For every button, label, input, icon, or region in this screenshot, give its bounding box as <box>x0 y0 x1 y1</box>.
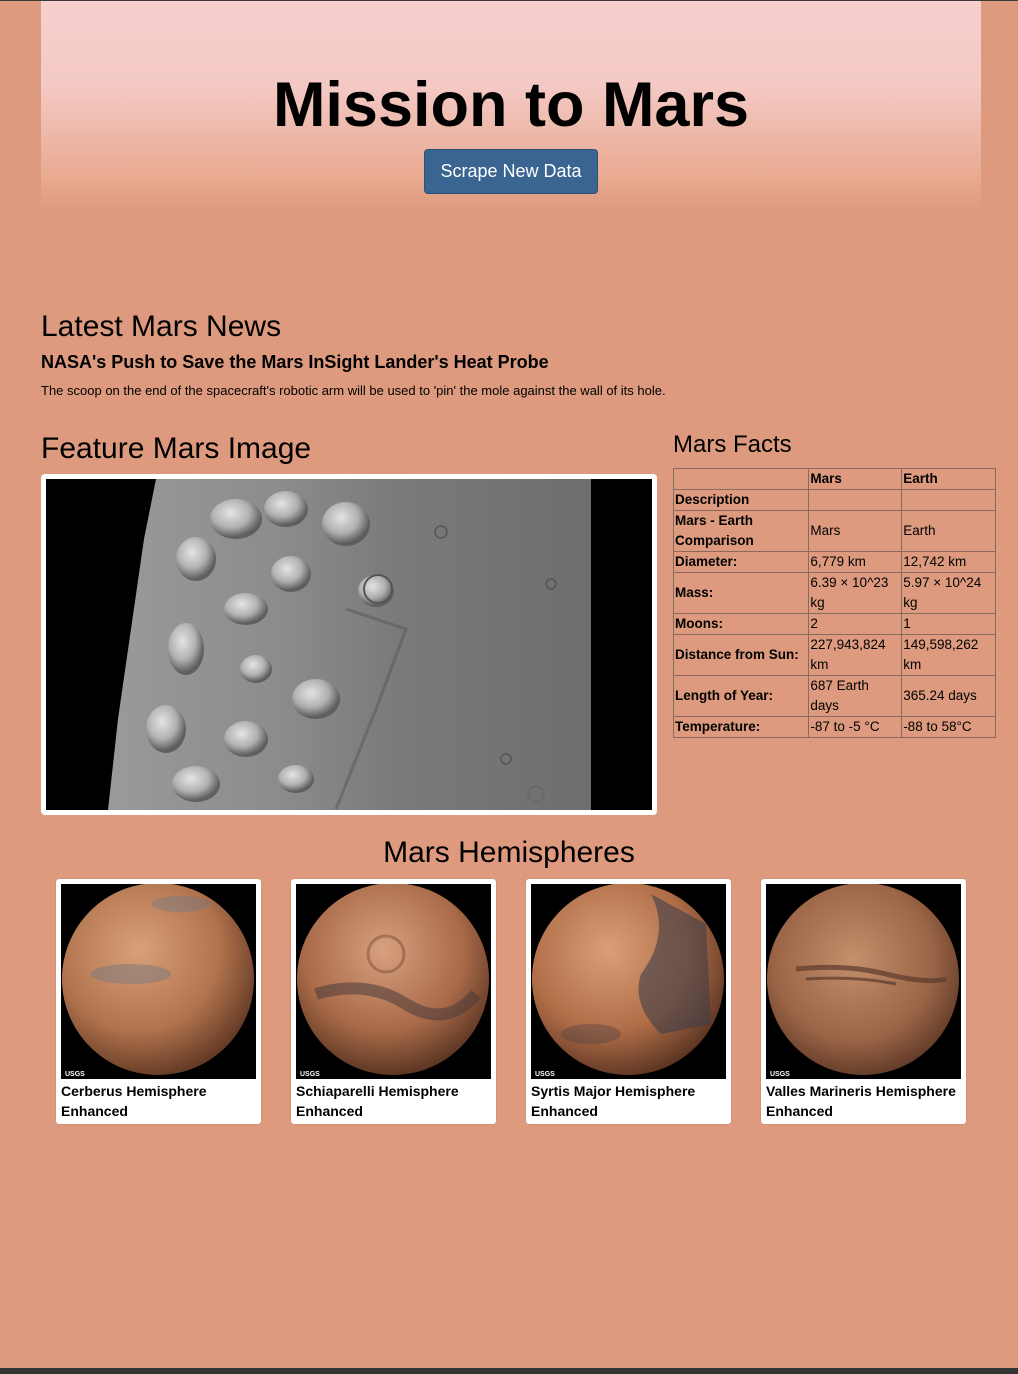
facts-column-header: Mars <box>808 468 903 490</box>
hemisphere-card-syrtis-major[interactable]: USGS Syrtis Major Hemisphere Enhanced <box>526 879 731 1124</box>
table-row: Mars - Earth Comparison Mars Earth <box>672 510 996 552</box>
hemisphere-title: Valles Marineris Hemisphere Enhanced <box>766 1083 956 1119</box>
syrtis-major-hemisphere-image: USGS <box>531 884 726 1079</box>
facts-mars-value: -87 to -5 °C <box>808 716 903 738</box>
jumbotron-header: Mission to Mars Scrape New Data <box>41 1 981 211</box>
table-row: Mass: 6.39 × 10^23 kg 5.97 × 10^24 kg <box>672 572 996 614</box>
facts-earth-value <box>901 489 996 511</box>
mars-facts-table: Mars Earth Description Mars - Earth Comp… <box>672 468 996 738</box>
facts-mars-value <box>808 489 903 511</box>
table-row: Moons: 2 1 <box>672 613 996 635</box>
facts-row-label: Mars - Earth Comparison <box>672 510 810 552</box>
hemisphere-title: Syrtis Major Hemisphere Enhanced <box>531 1083 696 1119</box>
hemisphere-card-valles-marineris[interactable]: USGS Valles Marineris Hemisphere Enhance… <box>761 879 966 1124</box>
feature-image-frame <box>41 474 657 815</box>
news-headline: NASA's Push to Save the Mars InSight Lan… <box>41 352 549 372</box>
facts-row-label: Distance from Sun: <box>672 634 810 676</box>
facts-row-label: Diameter: <box>672 551 810 573</box>
hemisphere-card-schiaparelli[interactable]: USGS Schiaparelli Hemisphere Enhanced <box>291 879 496 1124</box>
svg-text:USGS: USGS <box>770 1071 790 1078</box>
facts-header-row: Mars Earth <box>672 468 996 490</box>
facts-row-label: Mass: <box>672 572 810 614</box>
table-row: Description <box>672 489 996 511</box>
table-row: Distance from Sun: 227,943,824 km 149,59… <box>672 634 996 676</box>
table-row: Temperature: -87 to -5 °C -88 to 58°C <box>672 716 996 738</box>
scrape-new-data-button[interactable]: Scrape New Data <box>424 149 598 194</box>
page-title: Mission to Mars <box>272 70 750 140</box>
schiaparelli-hemisphere-image: USGS <box>296 884 491 1079</box>
hemisphere-card-cerberus[interactable]: USGS Cerberus Hemisphere Enhanced <box>56 879 261 1124</box>
bottom-bar <box>0 1368 1018 1374</box>
facts-column-header: Earth <box>901 468 996 490</box>
facts-mars-value: 6.39 × 10^23 kg <box>808 572 903 614</box>
mars-facts-title: Mars Facts <box>673 431 792 458</box>
hemisphere-title: Cerberus Hemisphere Enhanced <box>61 1083 207 1119</box>
facts-earth-value: 365.24 days <box>901 675 996 717</box>
facts-earth-value: 149,598,262 km <box>901 634 996 676</box>
facts-mars-value: 227,943,824 km <box>808 634 903 676</box>
table-row: Length of Year: 687 Earth days 365.24 da… <box>672 675 996 717</box>
news-teaser: The scoop on the end of the spacecraft's… <box>41 383 666 398</box>
feature-mars-image <box>46 479 652 810</box>
facts-mars-value: Mars <box>808 510 903 552</box>
cerberus-hemisphere-image: USGS <box>61 884 256 1079</box>
facts-earth-value: -88 to 58°C <box>901 716 996 738</box>
facts-mars-value: 2 <box>808 613 903 635</box>
news-section-title: Latest Mars News <box>41 310 282 343</box>
facts-earth-value: 12,742 km <box>901 551 996 573</box>
hemispheres-title: Mars Hemispheres <box>383 836 635 869</box>
svg-text:USGS: USGS <box>65 1071 85 1078</box>
facts-row-label: Description <box>672 489 810 511</box>
svg-text:USGS: USGS <box>535 1071 555 1078</box>
facts-row-label: Temperature: <box>672 716 810 738</box>
facts-mars-value: 6,779 km <box>808 551 903 573</box>
facts-column-header <box>672 468 810 490</box>
facts-mars-value: 687 Earth days <box>808 675 903 717</box>
facts-earth-value: 5.97 × 10^24 kg <box>901 572 996 614</box>
feature-image-title: Feature Mars Image <box>41 432 312 465</box>
table-row: Diameter: 6,779 km 12,742 km <box>672 551 996 573</box>
hemisphere-title: Schiaparelli Hemisphere Enhanced <box>296 1083 459 1119</box>
facts-earth-value: 1 <box>901 613 996 635</box>
facts-row-label: Length of Year: <box>672 675 810 717</box>
facts-row-label: Moons: <box>672 613 810 635</box>
svg-text:USGS: USGS <box>300 1071 320 1078</box>
facts-earth-value: Earth <box>901 510 996 552</box>
valles-marineris-hemisphere-image: USGS <box>766 884 961 1079</box>
